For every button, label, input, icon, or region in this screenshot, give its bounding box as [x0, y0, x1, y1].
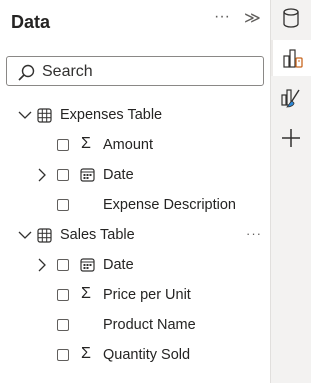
field-checkbox[interactable] [57, 199, 69, 211]
field-row[interactable]: Date [0, 251, 271, 279]
chevron-right-icon[interactable] [37, 258, 47, 272]
database-icon [283, 8, 299, 28]
data-pane-button[interactable] [271, 0, 311, 36]
field-checkbox[interactable] [57, 349, 69, 361]
calendar-icon [80, 168, 95, 182]
field-name: Price per Unit [103, 287, 191, 303]
field-row[interactable]: Σ Price per Unit [0, 281, 271, 309]
field-name: Date [103, 257, 134, 273]
field-row[interactable]: Expense Description [0, 191, 271, 219]
format-visual-button[interactable] [271, 80, 311, 116]
data-pane: Data ··· ≫ Search Expenses Table Σ Amoun… [0, 0, 271, 383]
chevron-down-icon[interactable] [18, 230, 32, 240]
field-row[interactable]: Σ Amount [0, 131, 271, 159]
search-input[interactable]: Search [6, 56, 264, 86]
search-icon [18, 64, 35, 81]
more-options-icon[interactable]: ··· [214, 8, 230, 26]
plus-icon [282, 129, 300, 147]
field-checkbox[interactable] [57, 289, 69, 301]
build-visual-button[interactable] [271, 40, 311, 76]
add-button[interactable] [271, 120, 311, 156]
format-paintbrush-icon [281, 89, 300, 108]
chevron-down-icon[interactable] [18, 110, 32, 120]
field-row[interactable]: Product Name [0, 311, 271, 339]
table-sales[interactable]: Sales Table ··· [0, 221, 271, 249]
pane-title: Data [11, 12, 51, 32]
side-rail [271, 0, 311, 383]
field-name: Product Name [103, 317, 196, 333]
field-name: Expense Description [103, 197, 236, 213]
field-checkbox[interactable] [57, 259, 69, 271]
build-visual-icon [283, 49, 303, 68]
field-name: Quantity Sold [103, 347, 191, 363]
field-row[interactable]: Date [0, 161, 271, 189]
sum-icon: Σ [81, 345, 91, 362]
field-checkbox[interactable] [57, 169, 69, 181]
sum-icon: Σ [81, 135, 91, 152]
table-icon [37, 108, 52, 123]
collapse-pane-icon[interactable]: ≫ [244, 8, 261, 28]
table-expenses[interactable]: Expenses Table [0, 101, 271, 129]
search-placeholder: Search [42, 63, 93, 80]
field-row[interactable]: Σ Quantity Sold [0, 341, 271, 369]
table-name: Sales Table [60, 227, 135, 243]
sum-icon: Σ [81, 285, 91, 302]
table-icon [37, 228, 52, 243]
chevron-right-icon[interactable] [37, 168, 47, 182]
field-name: Date [103, 167, 134, 183]
table-name: Expenses Table [60, 107, 163, 123]
table-more-icon[interactable]: ··· [246, 226, 262, 241]
field-checkbox[interactable] [57, 139, 69, 151]
field-name: Amount [103, 137, 153, 153]
calendar-icon [80, 258, 95, 272]
field-checkbox[interactable] [57, 319, 69, 331]
